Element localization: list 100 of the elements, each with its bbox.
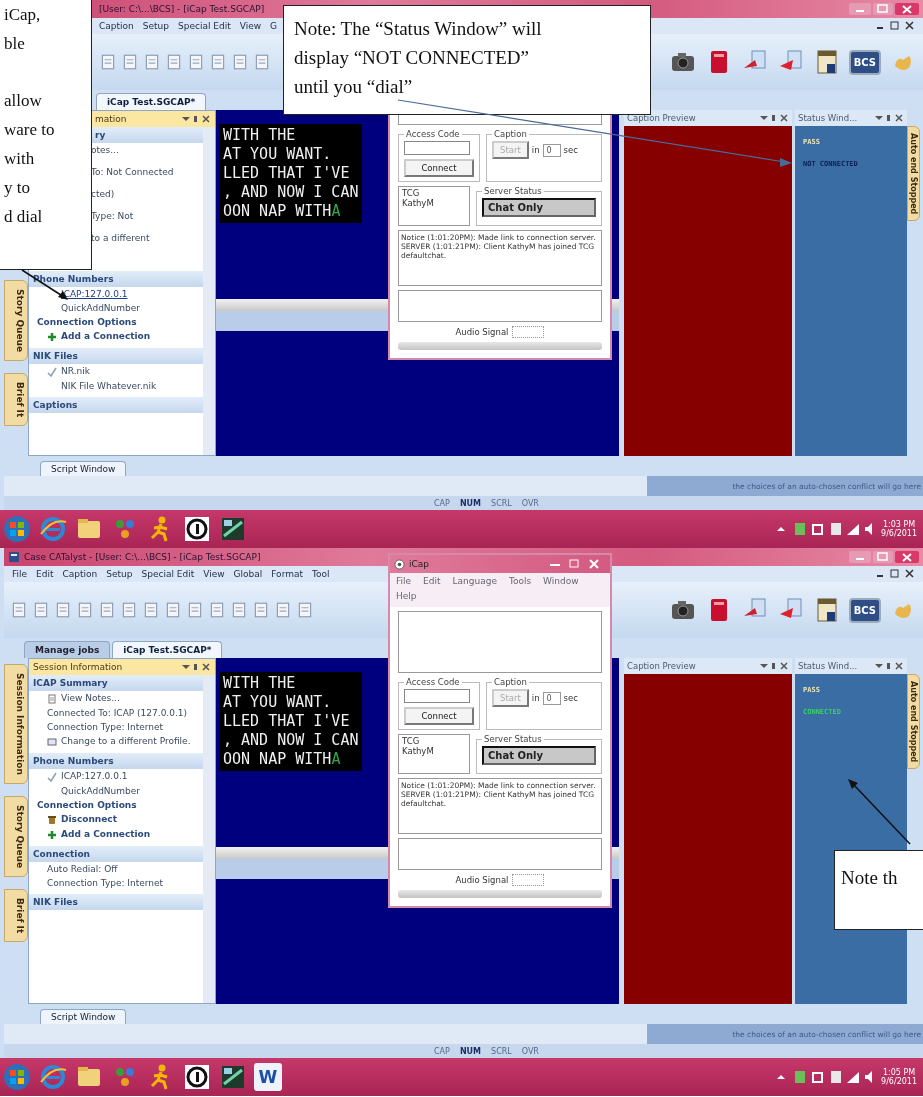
menu-item[interactable]: Global xyxy=(233,569,263,579)
document-controls-icon[interactable] xyxy=(875,21,915,31)
toolbar-icon[interactable] xyxy=(164,601,182,619)
toolbar-icon[interactable] xyxy=(208,601,226,619)
panel-item[interactable]: QuickAddNumber xyxy=(61,303,141,313)
panel-item[interactable]: QuickAddNumber xyxy=(61,786,141,796)
pin-close-icon[interactable] xyxy=(874,661,904,671)
user-list-item[interactable]: TCG xyxy=(402,188,466,198)
menu-item[interactable]: Edit xyxy=(36,569,54,579)
pin-close-icon[interactable] xyxy=(181,114,211,124)
browser-icon[interactable] xyxy=(38,514,68,544)
menu-item[interactable]: Edit xyxy=(423,576,441,589)
toolbar-icon[interactable] xyxy=(54,601,72,619)
clock-date[interactable]: 9/6/2011 xyxy=(881,1077,917,1086)
menu-item[interactable]: Window xyxy=(543,576,579,589)
section-header[interactable]: ry xyxy=(91,127,203,143)
info-icon[interactable] xyxy=(182,514,212,544)
menu-item[interactable]: Format xyxy=(271,569,303,579)
section-header[interactable]: ICAP Summary xyxy=(29,675,203,691)
menu-item[interactable]: Help xyxy=(396,591,417,604)
menu-item[interactable]: Special Edit xyxy=(177,21,231,31)
clock-time[interactable]: 1:03 PM xyxy=(882,520,916,529)
toolbar-icon[interactable] xyxy=(209,53,227,71)
side-tab[interactable]: Auto end Stopped xyxy=(907,126,920,222)
document-tab[interactable]: iCap Test.SGCAP* xyxy=(112,641,223,658)
bcs-button[interactable]: BCS xyxy=(848,49,881,75)
panel-link[interactable]: View Notes... xyxy=(61,693,120,703)
toolbar-icon[interactable] xyxy=(296,601,314,619)
toolbar-icon[interactable] xyxy=(32,601,50,619)
toolbar-icon[interactable] xyxy=(230,601,248,619)
menu-item[interactable]: Special Edit xyxy=(141,569,195,579)
toolbar-icon[interactable] xyxy=(187,53,205,71)
window-controls-icon[interactable] xyxy=(849,2,919,16)
connect-button[interactable]: Connect xyxy=(404,159,474,177)
message-field[interactable] xyxy=(398,290,602,322)
start-button-icon[interactable] xyxy=(2,514,32,544)
pin-close-icon[interactable] xyxy=(759,113,789,123)
script-window-tab[interactable]: Script Window xyxy=(40,1009,127,1024)
pin-close-icon[interactable] xyxy=(759,661,789,671)
access-code-field[interactable] xyxy=(404,141,470,155)
message-field[interactable] xyxy=(398,838,602,870)
section-header[interactable]: Captions xyxy=(29,397,203,413)
access-code-field[interactable] xyxy=(404,689,470,703)
side-tab[interactable]: Brief It xyxy=(4,888,28,943)
side-tab[interactable]: Brief It xyxy=(4,373,28,427)
toolbar-icon[interactable] xyxy=(142,601,160,619)
user-list-item[interactable]: KathyM xyxy=(402,746,466,756)
delay-spinner[interactable]: 0 xyxy=(542,691,561,705)
toolbar-icon[interactable] xyxy=(120,601,138,619)
section-header[interactable]: NIK Files xyxy=(29,348,203,364)
toolbar-icon[interactable] xyxy=(231,53,249,71)
window-controls-icon[interactable] xyxy=(849,550,919,564)
panel-item[interactable]: NR.nik xyxy=(61,366,90,376)
menu-item[interactable]: Caption xyxy=(99,21,134,31)
menu-item[interactable]: Language xyxy=(452,576,497,589)
connect-button[interactable]: Connect xyxy=(404,707,474,725)
document-tab[interactable]: Manage jobs xyxy=(24,641,111,658)
menu-item[interactable]: Setup xyxy=(106,569,133,579)
panel-item[interactable]: NIK File Whatever.nik xyxy=(61,381,157,391)
menu-item[interactable]: Tools xyxy=(508,576,532,589)
user-list-item[interactable]: TCG xyxy=(402,736,466,746)
toolbar-icon[interactable] xyxy=(143,53,161,71)
script-window-tab[interactable]: Script Window xyxy=(40,461,127,476)
clock-date[interactable]: 9/6/2011 xyxy=(881,529,917,538)
bcs-button[interactable]: BCS xyxy=(848,597,881,623)
side-tab[interactable]: Story Queue xyxy=(4,795,28,877)
menu-item[interactable]: Setup xyxy=(142,21,169,31)
toolbar-icon[interactable] xyxy=(121,53,139,71)
panel-link[interactable]: Add a Connection xyxy=(61,331,151,341)
menu-item[interactable]: File xyxy=(396,576,412,589)
toolbar-icon[interactable] xyxy=(10,601,28,619)
toolbar-icon[interactable] xyxy=(253,53,271,71)
section-header[interactable]: Connection xyxy=(29,846,203,862)
pin-close-icon[interactable] xyxy=(181,662,211,672)
panel-link[interactable]: Add a Connection xyxy=(61,829,151,839)
section-header[interactable]: NIK Files xyxy=(29,894,203,910)
browser-icon[interactable] xyxy=(38,1062,68,1092)
document-tab[interactable]: iCap Test.SGCAP* xyxy=(96,93,207,110)
side-tab[interactable]: Session Information xyxy=(4,664,28,784)
menu-item[interactable]: View xyxy=(239,21,262,31)
menu-item[interactable]: G xyxy=(270,21,278,31)
side-tab[interactable]: Auto end Stopped xyxy=(907,674,920,770)
toolbar-icon[interactable] xyxy=(99,53,117,71)
menu-item[interactable]: Tool xyxy=(312,569,330,579)
toolbar-icon[interactable] xyxy=(274,601,292,619)
side-tab[interactable]: Story Queue xyxy=(4,280,28,362)
toolbar-icon[interactable] xyxy=(186,601,204,619)
user-list-item[interactable]: KathyM xyxy=(402,198,466,208)
toolbar-icon[interactable] xyxy=(98,601,116,619)
delay-spinner[interactable]: 0 xyxy=(542,143,561,157)
clock-time[interactable]: 1:05 PM xyxy=(882,1068,916,1077)
menu-item[interactable]: File xyxy=(12,569,28,579)
panel-link[interactable]: Disconnect xyxy=(61,814,117,824)
info-icon[interactable] xyxy=(182,1062,212,1092)
menu-item[interactable]: Caption xyxy=(62,569,98,579)
panel-link[interactable]: Change to a different Profile. xyxy=(61,736,191,746)
scrollbar[interactable] xyxy=(398,342,602,350)
panel-item[interactable]: ICAP:127.0.0.1 xyxy=(61,771,128,781)
menu-item[interactable]: View xyxy=(203,569,225,579)
toolbar-icon[interactable] xyxy=(76,601,94,619)
